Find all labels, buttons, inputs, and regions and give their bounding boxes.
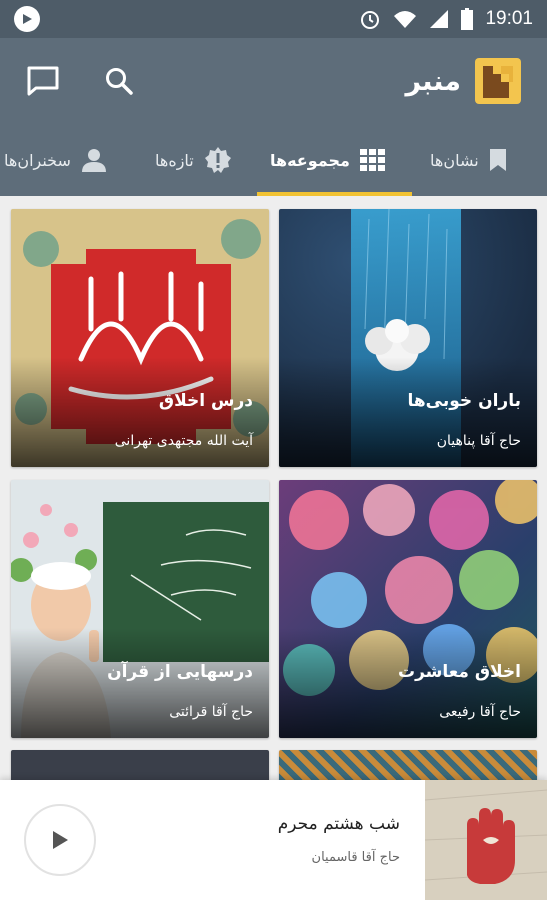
active-tab-indicator <box>257 192 412 196</box>
card-title: اخلاق معاشرت <box>398 662 521 682</box>
tab-label: سخنران‌ها <box>4 150 71 170</box>
collection-card[interactable]: باران خوبی‌ها حاج آقا پناهیان <box>279 209 537 467</box>
status-bar: 19:01 <box>0 0 547 38</box>
now-playing-thumbnail <box>425 780 547 900</box>
collection-card[interactable]: درس اخلاق آیت الله مجتهدی تهرانی <box>11 209 269 467</box>
wifi-icon <box>394 11 417 28</box>
chat-icon[interactable] <box>26 65 60 97</box>
app-logo <box>475 58 521 104</box>
signal-icon <box>430 10 449 28</box>
bookmark-icon <box>489 149 506 171</box>
card-title: باران خوبی‌ها <box>407 391 521 411</box>
media-notification-icon <box>14 6 40 32</box>
alarm-icon <box>361 11 380 29</box>
app-title: منبر <box>405 65 461 97</box>
tab-new[interactable]: تازه‌ها <box>155 124 232 196</box>
battery-icon <box>461 8 474 30</box>
card-subtitle: حاج آقا رفیعی <box>439 704 521 720</box>
now-playing-speaker: حاج آقا قاسمیان <box>311 850 400 865</box>
tab-label: مجموعه‌ها <box>270 150 350 170</box>
card-subtitle: حاج آقا قرائتی <box>169 704 253 720</box>
tab-label: تازه‌ها <box>155 150 194 170</box>
clock: 19:01 <box>485 8 533 29</box>
card-subtitle: حاج آقا پناهیان <box>436 433 521 449</box>
collection-card[interactable]: درسهایی از قرآن حاج آقا قرائتی <box>11 480 269 738</box>
person-icon <box>81 149 106 172</box>
play-button[interactable] <box>24 804 96 876</box>
collection-card[interactable]: اخلاق معاشرت حاج آقا رفیعی <box>279 480 537 738</box>
now-playing-title: شب هشتم محرم <box>277 814 400 834</box>
search-icon[interactable] <box>104 66 134 96</box>
now-playing-bar[interactable]: شب هشتم محرم حاج آقا قاسمیان <box>0 780 547 900</box>
play-icon <box>53 831 68 849</box>
tab-collections[interactable]: مجموعه‌ها <box>270 124 386 196</box>
tab-bar: نشان‌ها مجموعه‌ها تازه‌ها سخنران‌ها <box>0 124 547 196</box>
card-title: درسهایی از قرآن <box>107 662 253 682</box>
new-icon <box>204 147 231 173</box>
tab-label: نشان‌ها <box>430 150 479 170</box>
tab-speakers[interactable]: سخنران‌ها <box>4 124 107 196</box>
card-title: درس اخلاق <box>158 391 253 411</box>
app-bar: منبر <box>0 38 547 124</box>
tab-bookmarks[interactable]: نشان‌ها <box>430 124 507 196</box>
grid-icon <box>359 149 385 171</box>
card-subtitle: آیت الله مجتهدی تهرانی <box>114 433 253 449</box>
